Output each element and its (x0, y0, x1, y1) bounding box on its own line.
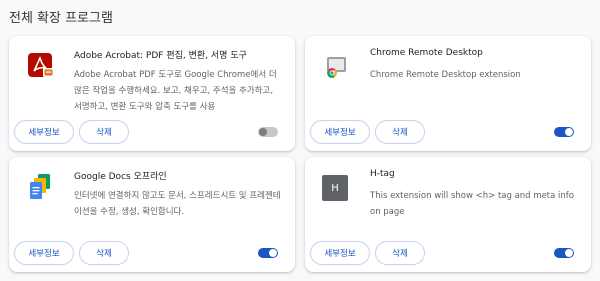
enable-toggle[interactable] (258, 127, 278, 137)
chrome-remote-desktop-icon (323, 52, 351, 80)
extension-description: This extension will show <h> tag and met… (370, 191, 574, 217)
google-docs-offline-icon (27, 173, 55, 201)
remove-button[interactable]: 삭제 (79, 120, 129, 144)
extension-description: 인터넷에 연결하지 않고도 문서, 스프레드시트 및 프레젠테이션을 수정, 생… (74, 191, 281, 217)
page-title: 전체 확장 프로그램 (9, 11, 113, 26)
extension-card-h-tag: H H-tag This extension will show <h> tag… (305, 157, 591, 272)
enable-toggle[interactable] (258, 248, 278, 258)
extension-description: Chrome Remote Desktop extension (370, 70, 521, 80)
toggle-knob (565, 128, 573, 136)
extension-name: Google Docs 오프라인 (74, 172, 167, 182)
remove-button[interactable]: 삭제 (375, 120, 425, 144)
remove-button[interactable]: 삭제 (375, 241, 425, 265)
adobe-acrobat-icon (27, 52, 55, 80)
enable-toggle[interactable] (554, 248, 574, 258)
h-tag-icon: H (322, 175, 348, 201)
toggle-knob (269, 249, 277, 257)
h-tag-icon-letter: H (331, 182, 339, 194)
details-button[interactable]: 세부정보 (310, 120, 370, 144)
extension-name: H-tag (370, 169, 395, 179)
extension-name: Chrome Remote Desktop (370, 48, 483, 58)
details-button[interactable]: 세부정보 (310, 241, 370, 265)
extension-card-adobe-acrobat: Adobe Acrobat: PDF 편집, 변환, 서명 도구 Adobe A… (9, 36, 295, 151)
extension-description: Adobe Acrobat PDF 도구로 Google Chrome에서 더 … (74, 70, 277, 112)
extension-name: Adobe Acrobat: PDF 편집, 변환, 서명 도구 (74, 51, 247, 61)
enable-toggle[interactable] (554, 127, 574, 137)
extension-card-google-docs-offline: Google Docs 오프라인 인터넷에 연결하지 않고도 문서, 스프레드시… (9, 157, 295, 272)
toggle-knob (565, 249, 573, 257)
extension-card-chrome-remote-desktop: Chrome Remote Desktop Chrome Remote Desk… (305, 36, 591, 151)
details-button[interactable]: 세부정보 (14, 241, 74, 265)
details-button[interactable]: 세부정보 (14, 120, 74, 144)
remove-button[interactable]: 삭제 (79, 241, 129, 265)
